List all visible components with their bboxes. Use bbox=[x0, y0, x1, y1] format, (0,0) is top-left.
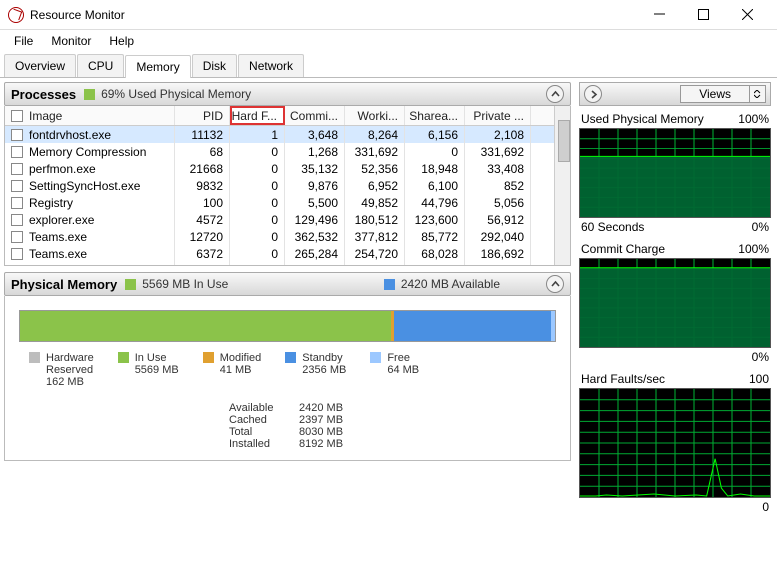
inuse-swatch-icon bbox=[125, 279, 136, 290]
standby-swatch-icon bbox=[285, 352, 296, 363]
collapse-physmem-button[interactable] bbox=[546, 275, 564, 293]
table-header-row: Image PID Hard F... Commi... Worki... Sh… bbox=[5, 106, 570, 126]
select-all-checkbox[interactable] bbox=[11, 110, 23, 122]
g3-min: 0 bbox=[762, 500, 769, 514]
col-commit[interactable]: Commi... bbox=[285, 106, 345, 125]
graph-commit-charge bbox=[579, 258, 771, 348]
table-row[interactable]: Memory Compression6801,268331,6920331,69… bbox=[5, 143, 570, 160]
row-checkbox[interactable] bbox=[11, 248, 23, 260]
row-checkbox[interactable] bbox=[11, 197, 23, 209]
hw-reserved-swatch-icon bbox=[29, 352, 40, 363]
modified-swatch-icon bbox=[203, 352, 214, 363]
menu-bar: File Monitor Help bbox=[0, 30, 777, 52]
row-checkbox[interactable] bbox=[11, 180, 23, 192]
processes-table: Image PID Hard F... Commi... Worki... Sh… bbox=[4, 106, 571, 266]
table-row[interactable]: chrome.exe139520172,120224,92068,528156,… bbox=[5, 262, 570, 266]
views-dropdown[interactable]: Views bbox=[680, 85, 766, 103]
row-checkbox[interactable] bbox=[11, 129, 23, 141]
tab-overview[interactable]: Overview bbox=[4, 54, 76, 77]
row-checkbox[interactable] bbox=[11, 146, 23, 158]
phys-mem-body: HardwareReserved162 MB In Use5569 MB Mod… bbox=[4, 296, 571, 461]
table-row[interactable]: Teams.exe127200362,532377,81285,772292,0… bbox=[5, 228, 570, 245]
menu-monitor[interactable]: Monitor bbox=[43, 32, 99, 50]
col-hard-faults[interactable]: Hard F... bbox=[230, 106, 285, 125]
processes-header[interactable]: Processes 69% Used Physical Memory bbox=[4, 82, 571, 106]
memory-bar bbox=[19, 310, 556, 342]
window-title: Resource Monitor bbox=[30, 8, 637, 22]
graph-hard-faults bbox=[579, 388, 771, 498]
table-row[interactable]: Teams.exe63720265,284254,72068,028186,69… bbox=[5, 245, 570, 262]
col-working[interactable]: Worki... bbox=[345, 106, 405, 125]
col-private[interactable]: Private ... bbox=[465, 106, 531, 125]
tab-cpu[interactable]: CPU bbox=[77, 54, 124, 77]
free-swatch-icon bbox=[370, 352, 381, 363]
seg-inuse bbox=[20, 311, 391, 341]
memory-stats: Available2420 MB Cached2397 MB Total8030… bbox=[229, 402, 556, 450]
close-button[interactable] bbox=[725, 1, 769, 29]
maximize-button[interactable] bbox=[681, 1, 725, 29]
table-row[interactable]: perfmon.exe21668035,13252,35618,94833,40… bbox=[5, 160, 570, 177]
g1-max: 100% bbox=[738, 112, 769, 126]
phys-mem-title: Physical Memory bbox=[11, 277, 117, 292]
expand-graphs-button[interactable] bbox=[584, 85, 602, 103]
tab-disk[interactable]: Disk bbox=[192, 54, 237, 77]
collapse-processes-button[interactable] bbox=[546, 85, 564, 103]
processes-title: Processes bbox=[11, 87, 76, 102]
memory-legend: HardwareReserved162 MB In Use5569 MB Mod… bbox=[19, 352, 556, 388]
minimize-button[interactable] bbox=[637, 1, 681, 29]
table-row[interactable]: SettingSyncHost.exe983209,8766,9526,1008… bbox=[5, 177, 570, 194]
row-checkbox[interactable] bbox=[11, 231, 23, 243]
table-scrollbar[interactable] bbox=[554, 106, 570, 265]
seg-standby bbox=[394, 311, 551, 341]
right-toolbar: Views bbox=[579, 82, 771, 106]
g1-min: 0% bbox=[752, 220, 769, 234]
menu-help[interactable]: Help bbox=[101, 32, 142, 50]
processes-summary: 69% Used Physical Memory bbox=[84, 87, 251, 101]
row-checkbox[interactable] bbox=[11, 265, 23, 267]
graph-used-physical-memory bbox=[579, 128, 771, 218]
available-swatch-icon bbox=[384, 279, 395, 290]
chevron-down-icon bbox=[749, 86, 765, 102]
inuse-swatch-icon bbox=[118, 352, 129, 363]
title-bar: Resource Monitor bbox=[0, 0, 777, 30]
app-icon bbox=[8, 7, 24, 23]
g1-title: Used Physical Memory bbox=[581, 112, 704, 126]
tab-strip: Overview CPU Memory Disk Network bbox=[0, 52, 777, 78]
seg-free bbox=[551, 311, 555, 341]
col-shareable[interactable]: Sharea... bbox=[405, 106, 465, 125]
col-pid[interactable]: PID bbox=[175, 106, 230, 125]
row-checkbox[interactable] bbox=[11, 214, 23, 226]
tab-memory[interactable]: Memory bbox=[125, 55, 190, 78]
used-memory-swatch-icon bbox=[84, 89, 95, 100]
tab-network[interactable]: Network bbox=[238, 54, 304, 77]
menu-file[interactable]: File bbox=[6, 32, 41, 50]
g2-min: 0% bbox=[752, 350, 769, 364]
table-row[interactable]: Registry10005,50049,85244,7965,056 bbox=[5, 194, 570, 211]
g1-xaxis: 60 Seconds bbox=[581, 220, 644, 234]
col-image[interactable]: Image bbox=[5, 106, 175, 125]
row-checkbox[interactable] bbox=[11, 163, 23, 175]
table-row[interactable]: fontdrvhost.exe1113213,6488,2646,1562,10… bbox=[5, 126, 570, 143]
g3-max: 100 bbox=[749, 372, 769, 386]
phys-mem-header[interactable]: Physical Memory 5569 MB In Use 2420 MB A… bbox=[4, 272, 571, 296]
g2-title: Commit Charge bbox=[581, 242, 665, 256]
g3-title: Hard Faults/sec bbox=[581, 372, 665, 386]
table-row[interactable]: explorer.exe45720129,496180,512123,60056… bbox=[5, 211, 570, 228]
g2-max: 100% bbox=[738, 242, 769, 256]
